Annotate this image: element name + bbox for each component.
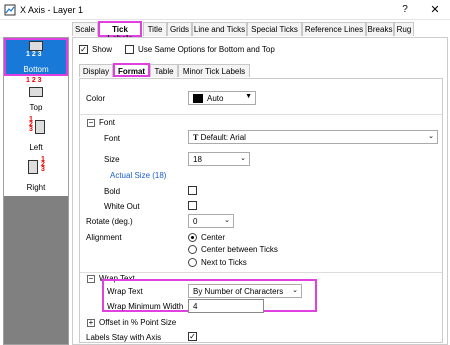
divider [80, 272, 442, 273]
tab-special-ticks[interactable]: Special Ticks [247, 22, 302, 36]
sidebar-item-label: Top [29, 103, 43, 112]
subtab-minor-tick-labels[interactable]: Minor Tick Labels [178, 64, 250, 77]
sidebar-item-left[interactable]: 1 2 3 Left [4, 116, 68, 156]
white-out-checkbox[interactable] [188, 201, 197, 210]
tab-scale[interactable]: Scale [72, 22, 98, 36]
tab-rug[interactable]: Rug [394, 22, 414, 36]
color-dropdown[interactable]: Auto ▼ [188, 91, 256, 105]
axis-digits: 1 2 3 [41, 156, 45, 173]
subtab-table[interactable]: Table [150, 64, 178, 77]
sidebar-item-right[interactable]: 1 2 3 Right [4, 156, 68, 196]
expand-offset-icon[interactable]: + [87, 319, 95, 327]
chevron-down-icon: ▼ [245, 93, 252, 100]
alignment-option-label: Center between Ticks [201, 245, 278, 254]
wrap-text-label: Wrap Text [107, 287, 143, 296]
axis-sidebar: 1 2 3 Bottom 1 2 3 Top 1 2 3 Left 1 2 3 … [3, 37, 69, 345]
tab-title[interactable]: Title [143, 22, 167, 36]
divider [80, 114, 442, 115]
alignment-label: Alignment [86, 233, 122, 242]
sidebar-item-top[interactable]: 1 2 3 Top [4, 76, 68, 116]
rotate-label: Rotate (deg.) [86, 217, 133, 226]
font-type-icon: T [193, 133, 199, 142]
chevron-down-icon: ⌄ [224, 217, 230, 224]
tab-line-and-ticks[interactable]: Line and Ticks [192, 22, 247, 36]
alignment-center-radio[interactable] [188, 233, 197, 242]
color-label: Color [86, 94, 106, 103]
tab-breaks[interactable]: Breaks [366, 22, 394, 36]
axis-digits: 1 2 3 [26, 77, 42, 84]
tab-reference-lines[interactable]: Reference Lines [302, 22, 366, 36]
wrap-min-width-input[interactable]: 4 [188, 299, 264, 313]
color-swatch [193, 94, 203, 104]
wrap-text-dropdown[interactable]: By Number of Characters ⌄ [188, 284, 302, 298]
chevron-down-icon: ⌄ [428, 133, 434, 140]
sidebar-item-bottom[interactable]: 1 2 3 Bottom [4, 38, 68, 78]
chevron-down-icon: ⌄ [240, 155, 246, 162]
collapse-wrap-icon[interactable]: − [87, 275, 95, 283]
font-value: Default: Arial [200, 133, 246, 142]
tab-tick-labels[interactable]: Tick Labels [98, 21, 142, 43]
actual-size-link[interactable]: Actual Size (18) [110, 171, 166, 180]
show-label: Show [92, 45, 113, 54]
subtab-display[interactable]: Display [79, 64, 113, 77]
format-settings: Color Auto ▼ − Font Font T Default: Aria… [79, 78, 443, 343]
same-options-label: Use Same Options for Bottom and Top [138, 45, 275, 54]
sidebar-item-label: Right [26, 183, 46, 192]
labels-stay-checkbox[interactable]: ✓ [188, 332, 197, 341]
help-button[interactable]: ? [395, 2, 415, 18]
size-label: Size [104, 155, 120, 164]
font-section-label: Font [99, 118, 116, 127]
wrap-min-width-label: Wrap Minimum Width [107, 302, 184, 311]
chevron-down-icon: ⌄ [292, 287, 298, 294]
window-title: X Axis - Layer 1 [20, 5, 84, 15]
labels-stay-label: Labels Stay with Axis [86, 333, 162, 342]
offset-label: Offset in % Point Size [99, 318, 177, 327]
tick-labels-panel: ✓ Show Use Same Options for Bottom and T… [72, 37, 448, 345]
sidebar-item-label: Bottom [23, 65, 49, 74]
alignment-option-label: Next to Ticks [201, 258, 247, 267]
right-axis-icon [28, 160, 38, 174]
size-value: 18 [193, 155, 202, 164]
font-label: Font [104, 134, 121, 143]
app-icon [4, 4, 16, 16]
color-value: Auto [207, 94, 224, 103]
rotate-dropdown[interactable]: 0 ⌄ [188, 214, 234, 228]
wrap-text-value: By Number of Characters [193, 287, 284, 296]
rotate-value: 0 [193, 217, 198, 226]
bottom-axis-icon [29, 41, 43, 51]
sidebar-item-label: Left [29, 143, 43, 152]
close-button[interactable]: ✕ [425, 2, 445, 18]
alignment-center-between-radio[interactable] [188, 245, 197, 254]
bold-checkbox[interactable] [188, 186, 197, 195]
font-dropdown[interactable]: T Default: Arial ⌄ [188, 130, 438, 144]
size-dropdown[interactable]: 18 ⌄ [188, 152, 250, 166]
alignment-next-to-ticks-radio[interactable] [188, 258, 197, 267]
axis-digits: 1 2 3 [29, 116, 33, 133]
top-axis-icon [29, 87, 43, 97]
title-bar: X Axis - Layer 1 ? ✕ [0, 0, 450, 20]
collapse-font-icon[interactable]: − [87, 119, 95, 127]
show-checkbox[interactable]: ✓ [79, 45, 88, 54]
same-options-checkbox[interactable] [125, 45, 134, 54]
tab-grids[interactable]: Grids [167, 22, 192, 36]
subtab-format[interactable]: Format [113, 63, 150, 77]
axis-digits: 1 2 3 [26, 51, 42, 58]
alignment-option-label: Center [201, 233, 226, 242]
left-axis-icon [35, 120, 45, 134]
white-out-label: White Out [104, 202, 140, 211]
bold-label: Bold [104, 187, 121, 196]
